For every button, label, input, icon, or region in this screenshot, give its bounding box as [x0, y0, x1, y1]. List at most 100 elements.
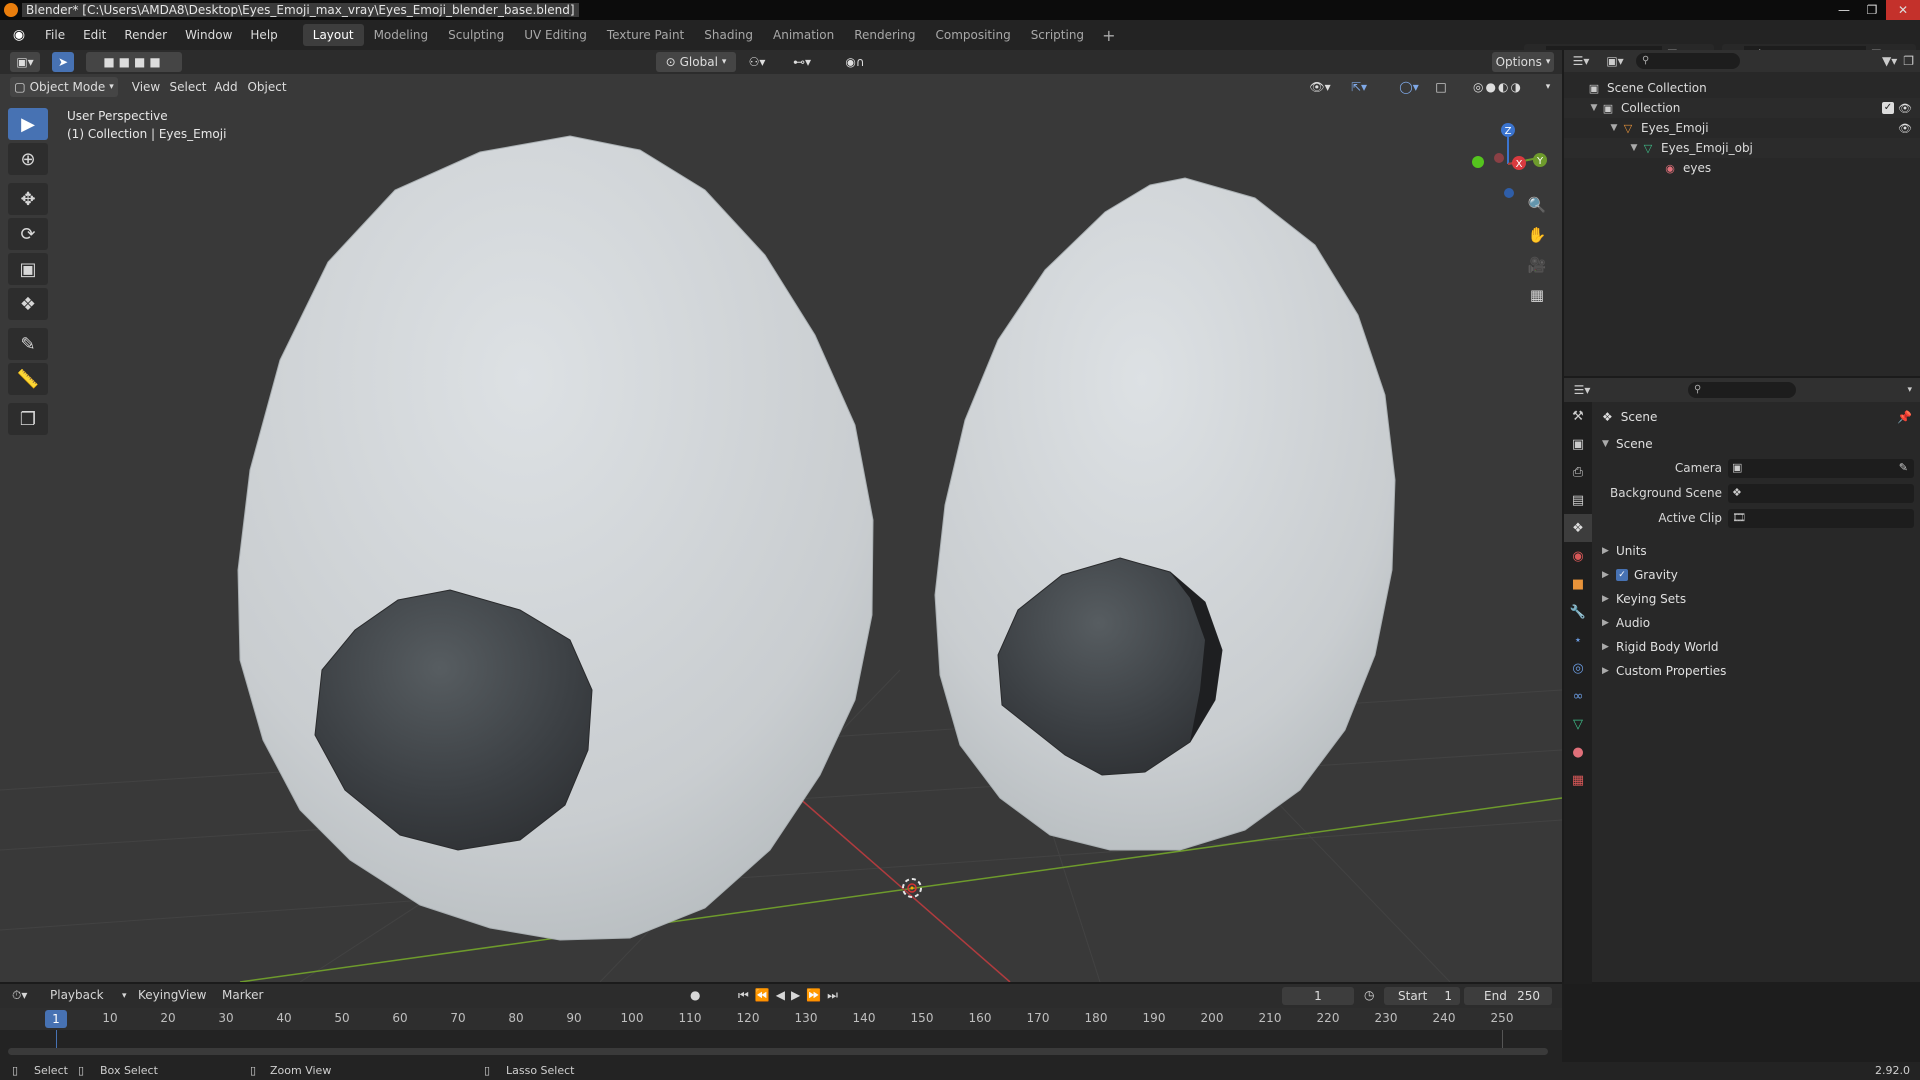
properties-search-input[interactable]: ⚲: [1688, 382, 1796, 398]
transform-orientation-dropdown[interactable]: ⊙ Global ▾: [656, 52, 736, 72]
menu-keying[interactable]: Keying: [138, 988, 178, 1002]
gizmo-toggle-icon[interactable]: ⇱▾: [1342, 77, 1376, 97]
outliner-row-eyes-material[interactable]: ◉ eyes: [1564, 158, 1920, 178]
outliner-row-collection[interactable]: ▼ ▣ Collection ✓ 👁: [1564, 98, 1920, 118]
filter-icon[interactable]: ▼▾: [1882, 54, 1897, 68]
snap-icon[interactable]: ⊷▾: [778, 52, 826, 72]
eye-icon[interactable]: 👁: [1898, 102, 1912, 115]
eye-icon[interactable]: 👁: [1898, 122, 1912, 135]
start-frame-field[interactable]: Start 1: [1384, 987, 1460, 1005]
left-eye[interactable]: [237, 135, 874, 941]
scene-section-header[interactable]: ▼ Scene: [1594, 432, 1920, 456]
physics-tab-icon[interactable]: ◎: [1564, 654, 1592, 682]
output-tab-icon[interactable]: ⎙: [1564, 458, 1592, 486]
tab-animation[interactable]: Animation: [763, 24, 844, 46]
active-clip-input[interactable]: 🎞: [1728, 509, 1914, 528]
tab-shading[interactable]: Shading: [694, 24, 763, 46]
rigid-body-world-panel[interactable]: ▶ Rigid Body World: [1594, 635, 1920, 659]
outliner-row-scene-collection[interactable]: ▣ Scene Collection: [1564, 78, 1920, 98]
world-tab-icon[interactable]: ◉: [1564, 542, 1592, 570]
3d-viewport[interactable]: ▣▾ ➤ ■■■■ ⊙ Global ▾ ⚇▾ ⊷▾ ◉∩ Options ▾ …: [0, 50, 1562, 982]
visibility-icon[interactable]: 👁▾: [1304, 77, 1336, 97]
expand-arrow-icon[interactable]: ▼: [1628, 143, 1640, 153]
texture-tab-icon[interactable]: ▦: [1564, 766, 1592, 794]
tab-scripting[interactable]: Scripting: [1021, 24, 1094, 46]
menu-view[interactable]: View: [178, 988, 206, 1002]
auto-keying-icon[interactable]: ●: [690, 988, 700, 1002]
pan-hand-icon[interactable]: ✋: [1524, 222, 1550, 248]
tab-modeling[interactable]: Modeling: [364, 24, 439, 46]
transform-tool-icon[interactable]: ❖: [8, 288, 48, 320]
background-scene-input[interactable]: ❖: [1728, 484, 1914, 503]
render-tab-icon[interactable]: ▣: [1564, 430, 1592, 458]
gizmo-neg-y-axis[interactable]: [1472, 156, 1484, 168]
tab-layout[interactable]: Layout: [302, 24, 364, 46]
pin-icon[interactable]: 📌: [1897, 410, 1912, 424]
options-dropdown[interactable]: Options ▾: [1492, 52, 1554, 72]
menu-select[interactable]: Select: [168, 77, 208, 97]
menu-edit[interactable]: Edit: [74, 20, 115, 50]
proportional-edit-icon[interactable]: ◉∩: [832, 52, 878, 72]
frame-ruler[interactable]: 1 10 20 30 40 50 60 70 80 90 100 110 120…: [0, 1008, 1562, 1030]
add-cube-tool-icon[interactable]: ❐: [8, 403, 48, 435]
shading-options-chevron-icon[interactable]: ▾: [1540, 77, 1556, 97]
measure-tool-icon[interactable]: 📏: [8, 363, 48, 395]
timeline-scrollbar[interactable]: [8, 1048, 1548, 1055]
object-tab-icon[interactable]: ■: [1564, 570, 1592, 598]
overlays-icon[interactable]: ◯▾: [1392, 77, 1426, 97]
scene-tab-icon[interactable]: ❖: [1564, 514, 1592, 542]
rotate-tool-icon[interactable]: ⟳: [8, 218, 48, 250]
clock-icon[interactable]: ◷: [1364, 988, 1374, 1002]
menu-file[interactable]: File: [36, 20, 74, 50]
menu-render[interactable]: Render: [115, 20, 176, 50]
audio-panel[interactable]: ▶ Audio: [1594, 611, 1920, 635]
minimize-icon[interactable]: —: [1830, 0, 1858, 20]
select-tool-icon[interactable]: ➤: [52, 52, 74, 72]
particles-tab-icon[interactable]: ⋆: [1564, 626, 1592, 654]
outliner-row-eyes-emoji[interactable]: ▼ ▽ Eyes_Emoji 👁: [1564, 118, 1920, 138]
editor-type-icon[interactable]: ⏱▾: [12, 988, 27, 1003]
editor-type-icon[interactable]: ☰▾: [1564, 54, 1598, 68]
tool-tab-icon[interactable]: ⚒: [1564, 402, 1592, 430]
menu-help[interactable]: Help: [241, 20, 286, 50]
expand-arrow-icon[interactable]: ▼: [1588, 103, 1600, 113]
material-tab-icon[interactable]: ●: [1564, 738, 1592, 766]
units-panel[interactable]: ▶ Units: [1594, 539, 1920, 563]
pivot-point-icon[interactable]: ⚇▾: [742, 52, 772, 72]
tab-rendering[interactable]: Rendering: [844, 24, 925, 46]
cursor-tool-icon[interactable]: ⊕: [8, 143, 48, 175]
selection-mode-icons[interactable]: ■■■■: [86, 52, 182, 72]
eyedropper-icon[interactable]: ✎: [1899, 461, 1908, 474]
constraints-tab-icon[interactable]: ∞: [1564, 682, 1592, 710]
end-frame-field[interactable]: End 250: [1464, 987, 1552, 1005]
camera-view-icon[interactable]: 🎥: [1524, 252, 1550, 278]
gizmo-neg-x-axis[interactable]: [1494, 153, 1504, 163]
menu-playback[interactable]: Playback: [50, 988, 104, 1002]
zoom-icon[interactable]: 🔍: [1524, 192, 1550, 218]
editor-type-icon[interactable]: ☰▾: [1564, 383, 1600, 397]
menu-object[interactable]: Object: [246, 77, 288, 97]
current-frame-field[interactable]: 1: [1282, 987, 1354, 1005]
maximize-icon[interactable]: ❐: [1858, 0, 1886, 20]
outliner-search-input[interactable]: ⚲: [1636, 53, 1740, 69]
tab-uv-editing[interactable]: UV Editing: [514, 24, 597, 46]
modifier-tab-icon[interactable]: 🔧: [1564, 598, 1592, 626]
gizmo-neg-z-axis[interactable]: [1504, 188, 1514, 198]
add-workspace-button[interactable]: +: [1094, 26, 1123, 45]
playback-controls[interactable]: ⏮⏪◀▶⏩⏭: [738, 988, 844, 1003]
outliner-row-eyes-emoji-obj[interactable]: ▼ ▽ Eyes_Emoji_obj: [1564, 138, 1920, 158]
ortho-grid-icon[interactable]: ▦: [1524, 282, 1550, 308]
right-eye[interactable]: [934, 177, 1396, 851]
select-box-tool-icon[interactable]: ▶: [8, 108, 48, 140]
menu-window[interactable]: Window: [176, 20, 241, 50]
blender-menu-icon[interactable]: ◉: [10, 26, 28, 44]
expand-arrow-icon[interactable]: ▼: [1608, 123, 1620, 133]
new-collection-icon[interactable]: ❐: [1903, 54, 1914, 68]
navigation-gizmo[interactable]: Z Y X: [1462, 112, 1552, 202]
data-tab-icon[interactable]: ▽: [1564, 710, 1592, 738]
editor-type-icon[interactable]: ▣▾: [10, 52, 40, 72]
view-layer-tab-icon[interactable]: ▤: [1564, 486, 1592, 514]
shading-mode-icons[interactable]: ◎●◐◑: [1456, 77, 1540, 97]
tab-texture-paint[interactable]: Texture Paint: [597, 24, 694, 46]
object-mode-dropdown[interactable]: ▢ Object Mode ▾: [10, 77, 118, 97]
